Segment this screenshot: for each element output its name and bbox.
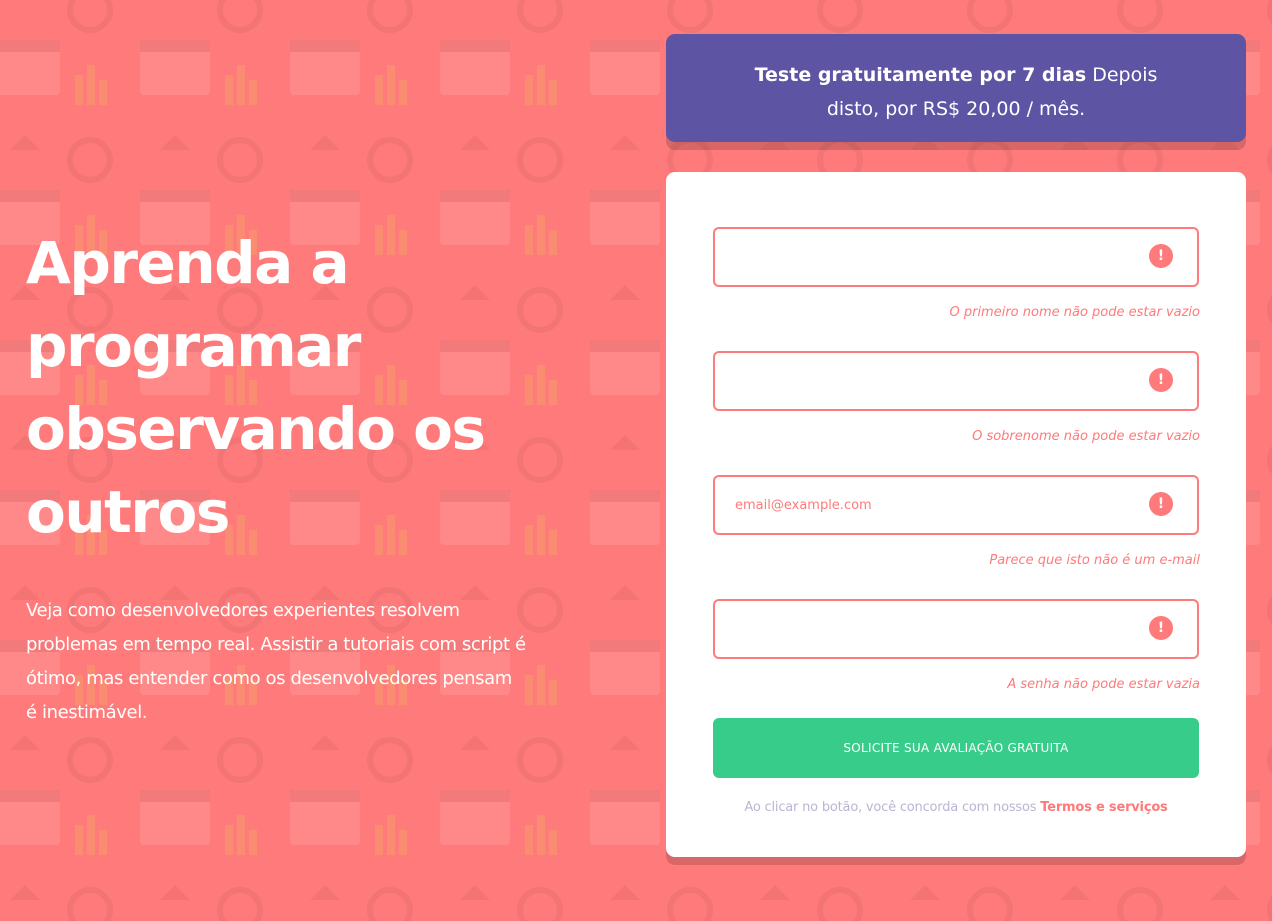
last-name-field: ! O sobrenome não pode estar vazio (713, 351, 1200, 446)
terms-text: Ao clicar no botão, você concorda com no… (744, 800, 1037, 815)
hero-title: Aprenda a programar observando os outros (26, 229, 486, 546)
email-field: ! Parece que isto não é um e-mail (713, 475, 1200, 570)
hero-description: Veja como desenvolvedores experientes re… (26, 600, 526, 723)
password-error: A senha não pode estar vazia (1007, 677, 1200, 692)
offer-banner: Teste gratuitamente por 7 dias Depois di… (666, 34, 1246, 142)
error-icon: ! (1149, 368, 1173, 392)
first-name-field: ! O primeiro nome não pode estar vazio (713, 227, 1200, 322)
offer-rest: Depois (1092, 64, 1158, 86)
offer-line-1: Teste gratuitamente por 7 dias Depois (666, 58, 1246, 92)
email-input[interactable] (713, 475, 1199, 535)
error-icon: ! (1149, 492, 1173, 516)
password-field: ! A senha não pode estar vazia (713, 599, 1200, 694)
terms-link[interactable]: Termos e serviços (1040, 800, 1168, 815)
password-input[interactable] (713, 599, 1199, 659)
submit-button[interactable]: SOLICITE SUA AVALIAÇÃO GRATUITA (713, 718, 1199, 778)
last-name-input[interactable] (713, 351, 1199, 411)
offer-line-2: disto, por RS$ 20,00 / mês. (826, 98, 1086, 120)
hero-section: Aprenda a programar observando os outros… (26, 222, 566, 730)
signup-form: ! O primeiro nome não pode estar vazio !… (666, 172, 1246, 857)
email-error: Parece que isto não é um e-mail (989, 553, 1200, 568)
error-icon: ! (1149, 616, 1173, 640)
error-icon: ! (1149, 244, 1173, 268)
first-name-error: O primeiro nome não pode estar vazio (949, 305, 1200, 320)
terms-notice: Ao clicar no botão, você concorda com no… (713, 800, 1199, 815)
last-name-error: O sobrenome não pode estar vazio (972, 429, 1200, 444)
offer-strong: Teste gratuitamente por 7 dias (754, 64, 1087, 86)
first-name-input[interactable] (713, 227, 1199, 287)
